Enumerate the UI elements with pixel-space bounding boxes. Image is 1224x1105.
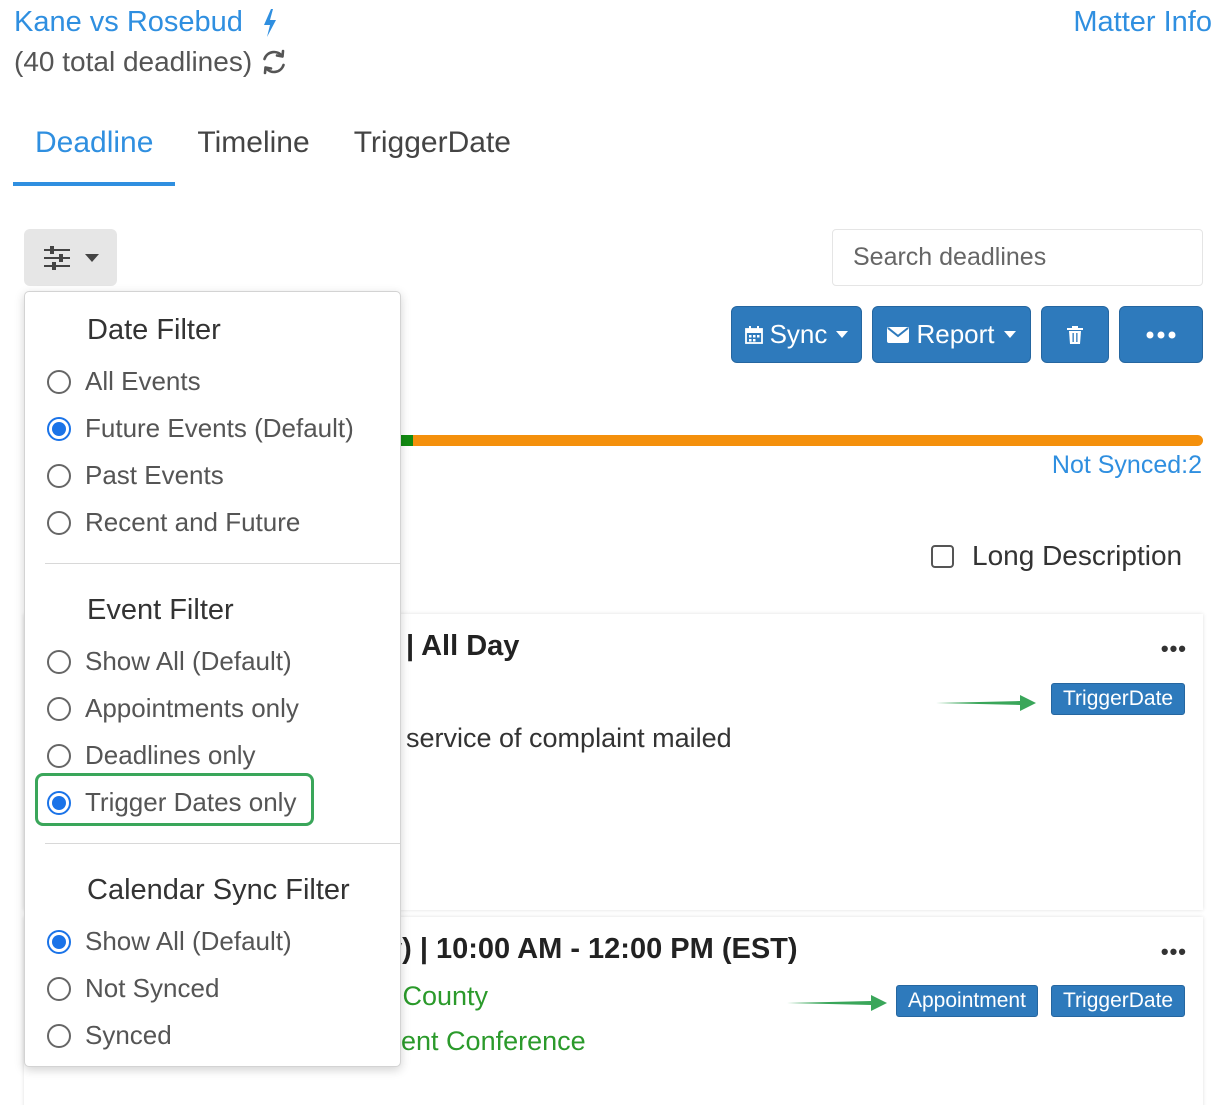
- radio-all-events[interactable]: [47, 369, 71, 394]
- event-more-icon[interactable]: •••: [1161, 939, 1187, 965]
- option-appointments-only[interactable]: Appointments only: [47, 693, 299, 724]
- tab-bar: Deadline Timeline TriggerDate: [13, 118, 533, 186]
- report-button[interactable]: Report: [872, 306, 1031, 363]
- option-not-synced[interactable]: Not Synced: [47, 973, 219, 1004]
- matter-title-text[interactable]: Kane vs Rosebud: [14, 6, 243, 39]
- trash-icon: [1067, 325, 1083, 344]
- filter-toggle-button[interactable]: [24, 229, 117, 286]
- event-title[interactable]: nent Conference: [386, 1026, 586, 1057]
- option-synced[interactable]: Synced: [47, 1020, 172, 1051]
- report-button-label: Report: [916, 319, 995, 349]
- radio-past-events[interactable]: [47, 463, 71, 488]
- radio-recent-and-future[interactable]: [47, 510, 71, 535]
- option-future-events[interactable]: Future Events (Default): [47, 413, 354, 444]
- radio-show-all-events[interactable]: [47, 649, 71, 674]
- calendar-icon: [744, 325, 763, 344]
- radio-appointments-only[interactable]: [47, 696, 71, 721]
- option-label: Recent and Future: [85, 507, 301, 537]
- radio-not-synced[interactable]: [47, 976, 71, 1001]
- envelope-icon: [887, 326, 910, 343]
- option-past-events[interactable]: Past Events: [47, 460, 224, 491]
- delete-button[interactable]: [1041, 306, 1109, 363]
- option-all-events[interactable]: All Events: [47, 366, 201, 397]
- filter-dropdown-menu: Date Filter All Events Future Events (De…: [24, 291, 401, 1067]
- option-label: Future Events (Default): [85, 413, 354, 443]
- search-deadlines-input[interactable]: [832, 229, 1203, 286]
- radio-show-all-sync[interactable]: [47, 929, 71, 954]
- radio-deadlines-only[interactable]: [47, 743, 71, 768]
- option-label: Past Events: [85, 460, 224, 490]
- radio-synced[interactable]: [47, 1023, 71, 1048]
- long-description-label: Long Description: [972, 540, 1183, 571]
- refresh-icon[interactable]: [260, 48, 288, 76]
- matter-info-link[interactable]: Matter Info: [1073, 6, 1212, 39]
- total-deadlines-text: (40 total deadlines): [14, 46, 253, 77]
- menu-divider: [45, 563, 400, 564]
- option-show-all-events[interactable]: Show All (Default): [47, 646, 292, 677]
- caret-down-icon: [1003, 331, 1016, 338]
- more-actions-button[interactable]: [1119, 306, 1203, 363]
- option-label: Appointments only: [85, 693, 299, 723]
- date-filter-header: Date Filter: [87, 314, 221, 346]
- option-deadlines-only[interactable]: Deadlines only: [47, 740, 256, 771]
- tag-appointment[interactable]: Appointment: [896, 985, 1038, 1017]
- lightning-bolt-icon[interactable]: [261, 8, 279, 38]
- selection-highlight-box: [35, 773, 314, 826]
- option-label: Deadlines only: [85, 740, 256, 770]
- sliders-icon: [43, 245, 70, 270]
- sync-button[interactable]: Sync: [731, 306, 862, 363]
- event-card-header: | All Day: [406, 630, 520, 662]
- calendar-sync-filter-header: Calendar Sync Filter: [87, 874, 350, 906]
- option-label: All Events: [85, 366, 201, 396]
- green-arrow-icon: [936, 695, 1036, 711]
- option-label: Show All (Default): [85, 926, 292, 956]
- tag-triggerdate[interactable]: TriggerDate: [1051, 683, 1186, 715]
- green-arrow-icon: [787, 995, 887, 1011]
- event-card-header: y) | 10:00 AM - 12:00 PM (EST): [386, 933, 798, 965]
- caret-down-icon: [84, 253, 99, 262]
- event-location[interactable]: r County: [386, 981, 488, 1012]
- option-show-all-sync[interactable]: Show All (Default): [47, 926, 292, 957]
- option-label: Show All (Default): [85, 646, 292, 676]
- radio-future-events[interactable]: [47, 416, 71, 441]
- option-recent-and-future[interactable]: Recent and Future: [47, 507, 300, 538]
- option-label: Not Synced: [85, 973, 220, 1003]
- event-filter-header: Event Filter: [87, 594, 234, 626]
- caret-down-icon: [836, 331, 849, 338]
- long-description-checkbox[interactable]: [931, 544, 954, 568]
- tab-timeline[interactable]: Timeline: [175, 118, 331, 186]
- tab-triggerdate[interactable]: TriggerDate: [332, 118, 533, 186]
- not-synced-count[interactable]: Not Synced:2: [1052, 451, 1202, 480]
- sync-button-label: Sync: [769, 319, 828, 349]
- total-deadlines: (40 total deadlines): [14, 46, 288, 78]
- long-description-toggle[interactable]: Long Description: [931, 540, 1182, 572]
- event-more-icon[interactable]: •••: [1161, 636, 1187, 662]
- menu-divider: [45, 843, 400, 844]
- matter-title[interactable]: Kane vs Rosebud: [14, 6, 279, 39]
- option-label: Synced: [85, 1020, 172, 1050]
- tab-deadline[interactable]: Deadline: [13, 118, 176, 186]
- event-description: service of complaint mailed: [406, 723, 732, 753]
- ellipsis-icon: [1146, 331, 1176, 338]
- tag-triggerdate[interactable]: TriggerDate: [1051, 985, 1186, 1017]
